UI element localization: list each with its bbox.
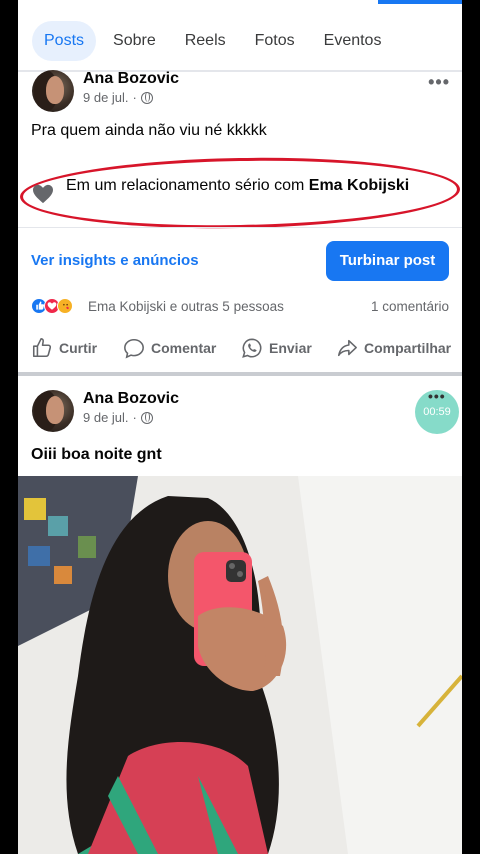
mirror-selfie-image [18, 476, 462, 854]
post-author[interactable]: Ana Bozovic [83, 70, 179, 88]
post-photo[interactable] [18, 476, 462, 854]
post-actions: Curtir Comentar Enviar Compartilhar [18, 334, 462, 364]
whatsapp-icon [242, 338, 262, 358]
post-author[interactable]: Ana Bozovic [83, 390, 179, 408]
more-options-icon[interactable]: ••• [428, 72, 450, 93]
tab-eventos[interactable]: Eventos [312, 21, 394, 61]
like-button[interactable]: Curtir [31, 334, 97, 362]
comment-count[interactable]: 1 comentário [371, 299, 449, 314]
partner-name[interactable]: Ema Kobijski [309, 177, 409, 194]
post-date: 9 de jul. [83, 90, 129, 105]
thumbs-up-icon [32, 338, 52, 358]
share-icon [337, 339, 357, 357]
post-text: Pra quem ainda não viu né kkkkk [31, 122, 267, 139]
divider [18, 227, 462, 228]
comment-button[interactable]: Comentar [123, 334, 216, 362]
send-button[interactable]: Enviar [241, 334, 312, 362]
tab-sobre[interactable]: Sobre [101, 21, 168, 61]
globe-icon [140, 91, 153, 104]
tab-fotos[interactable]: Fotos [243, 21, 307, 61]
post-text: Oiii boa noite gnt [31, 446, 162, 463]
avatar[interactable] [32, 70, 74, 112]
relationship-status: Em um relacionamento sério com Ema Kobij… [66, 177, 410, 194]
comment-icon [124, 338, 144, 359]
reaction-icons[interactable] [31, 298, 73, 314]
post-header: Ana Bozovic 9 de jul. · ••• [32, 70, 452, 114]
active-indicator [378, 0, 462, 4]
share-button[interactable]: Compartilhar [336, 334, 451, 362]
more-options-icon[interactable]: ••• [428, 388, 446, 404]
globe-icon [140, 411, 153, 424]
post-separator [18, 372, 462, 376]
insights-link[interactable]: Ver insights e anúncios [31, 252, 199, 269]
post-meta: 9 de jul. · [83, 410, 153, 425]
boost-post-button[interactable]: Turbinar post [326, 241, 449, 281]
tab-posts[interactable]: Posts [32, 21, 97, 61]
profile-tabs: Posts Sobre Reels Fotos Eventos [18, 18, 462, 64]
heart-icon [33, 184, 53, 204]
post-header: Ana Bozovic 9 de jul. · [32, 390, 452, 434]
post-date: 9 de jul. [83, 410, 129, 425]
post-meta: 9 de jul. · [83, 90, 153, 105]
care-reaction-icon [57, 298, 73, 314]
reactions-summary[interactable]: Ema Kobijski e outras 5 pessoas [88, 299, 284, 314]
tab-reels[interactable]: Reels [173, 21, 238, 61]
facebook-profile-screen: Posts Sobre Reels Fotos Eventos Ana Bozo… [18, 0, 462, 854]
avatar[interactable] [32, 390, 74, 432]
